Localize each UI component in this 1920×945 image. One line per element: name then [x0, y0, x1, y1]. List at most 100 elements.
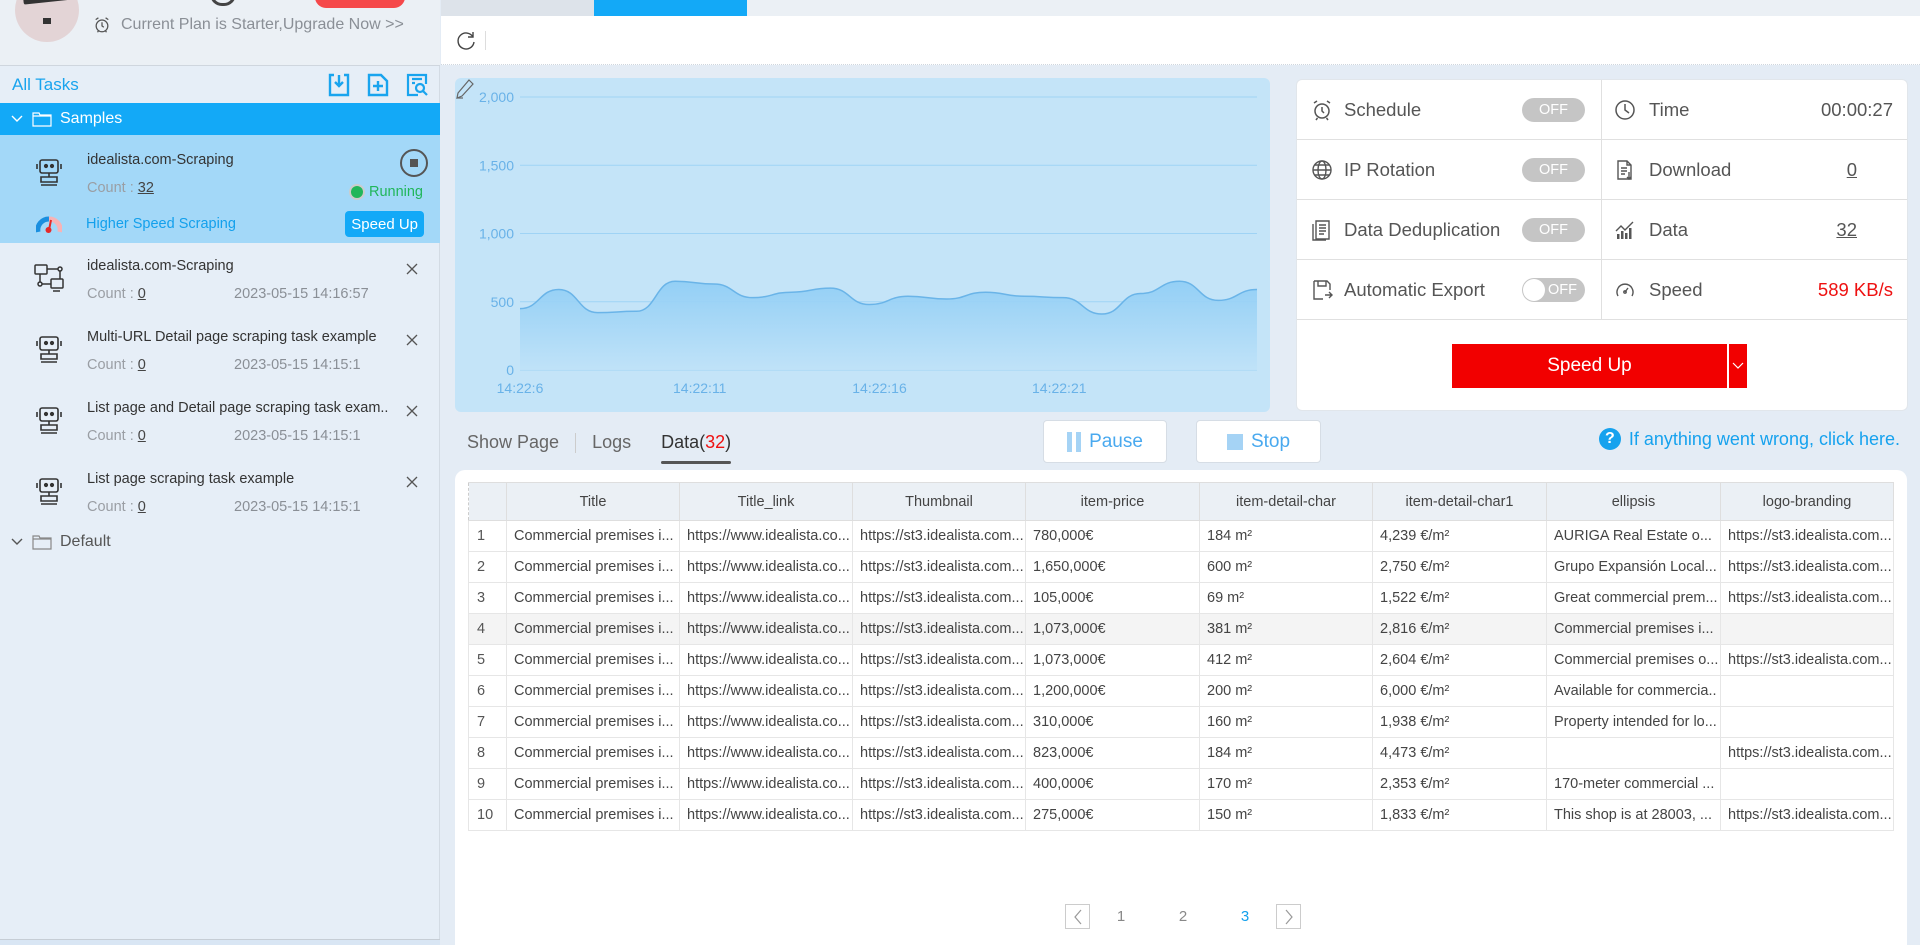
table-row[interactable]: 6 Commercial premises i... https://www.ide…: [468, 675, 1894, 707]
row-index[interactable]: 10: [468, 799, 507, 831]
import-task-icon[interactable]: [326, 72, 352, 98]
table-cell[interactable]: Commercial premises i...: [506, 675, 680, 707]
table-cell[interactable]: https://st3.idealista.com...: [852, 551, 1026, 583]
table-cell[interactable]: 150 m²: [1199, 799, 1373, 831]
task-name[interactable]: List page and Detail page scraping task …: [87, 400, 388, 416]
table-cell[interactable]: https://st3.idealista.com...: [1720, 582, 1894, 614]
table-cell[interactable]: https://st3.idealista.com...: [852, 644, 1026, 676]
table-cell[interactable]: [1720, 768, 1894, 800]
stop-task-button[interactable]: [400, 149, 428, 177]
table-cell[interactable]: https://www.idealista.co...: [679, 551, 853, 583]
table-cell[interactable]: 412 m²: [1199, 644, 1373, 676]
column-header[interactable]: item-price: [1025, 482, 1200, 521]
table-cell[interactable]: https://www.idealista.co...: [679, 675, 853, 707]
table-cell[interactable]: 1,073,000€: [1025, 613, 1200, 645]
table-cell[interactable]: 105,000€: [1025, 582, 1200, 614]
table-row[interactable]: 9 Commercial premises i... https://www.ide…: [468, 768, 1894, 800]
page-2[interactable]: 2: [1152, 908, 1214, 925]
table-cell[interactable]: 780,000€: [1025, 520, 1200, 552]
task-item[interactable]: List page scraping task example Count :0…: [0, 455, 440, 526]
table-cell[interactable]: https://st3.idealista.com...: [852, 706, 1026, 738]
page-1[interactable]: 1: [1090, 908, 1152, 925]
table-cell[interactable]: 275,000€: [1025, 799, 1200, 831]
auto-export-toggle[interactable]: OFF: [1522, 277, 1585, 302]
table-cell[interactable]: https://www.idealista.co...: [679, 613, 853, 645]
table-cell[interactable]: [1720, 706, 1894, 738]
pencil-icon[interactable]: [455, 78, 475, 100]
table-row[interactable]: 1 Commercial premises i... https://www.ide…: [468, 520, 1894, 552]
table-cell[interactable]: Commercial premises i...: [506, 737, 680, 769]
row-index[interactable]: 2: [468, 551, 507, 583]
table-cell[interactable]: [1546, 737, 1721, 769]
table-cell[interactable]: https://www.idealista.co...: [679, 520, 853, 552]
close-icon[interactable]: [404, 403, 420, 419]
table-cell[interactable]: This shop is at 28003, ...: [1546, 799, 1721, 831]
refresh-icon[interactable]: [455, 29, 477, 51]
tab-show-page[interactable]: Show Page: [467, 432, 559, 461]
table-cell[interactable]: Commercial premises i...: [506, 799, 680, 831]
table-row[interactable]: 4 Commercial premises i... https://www.ide…: [468, 613, 1894, 645]
table-cell[interactable]: 1,938 €/m²: [1372, 706, 1547, 738]
table-cell[interactable]: Commercial premises i...: [506, 706, 680, 738]
close-icon[interactable]: [404, 261, 420, 277]
table-row[interactable]: 5 Commercial premises i... https://www.ide…: [468, 644, 1894, 676]
table-cell[interactable]: 4,473 €/m²: [1372, 737, 1547, 769]
avatar[interactable]: [15, 0, 79, 42]
row-index[interactable]: 8: [468, 737, 507, 769]
table-cell[interactable]: https://st3.idealista.com...: [1720, 551, 1894, 583]
task-count-value[interactable]: 32: [138, 180, 154, 196]
row-index[interactable]: 4: [468, 613, 507, 645]
page-3[interactable]: 3: [1214, 908, 1276, 925]
row-index[interactable]: 9: [468, 768, 507, 800]
table-cell[interactable]: 600 m²: [1199, 551, 1373, 583]
table-cell[interactable]: https://www.idealista.co...: [679, 799, 853, 831]
table-cell[interactable]: Commercial premises i...: [506, 768, 680, 800]
table-cell[interactable]: Grupo Expansión Local...: [1546, 551, 1721, 583]
tab-data[interactable]: Data(32): [661, 432, 732, 464]
table-cell[interactable]: 400,000€: [1025, 768, 1200, 800]
table-cell[interactable]: 823,000€: [1025, 737, 1200, 769]
table-cell[interactable]: 4,239 €/m²: [1372, 520, 1547, 552]
table-cell[interactable]: 184 m²: [1199, 520, 1373, 552]
column-header[interactable]: logo-branding: [1720, 482, 1894, 521]
table-cell[interactable]: Commercial premises i...: [506, 644, 680, 676]
table-cell[interactable]: Great commercial prem...: [1546, 582, 1721, 614]
group-default[interactable]: Default: [0, 526, 440, 558]
table-cell[interactable]: 2,604 €/m²: [1372, 644, 1547, 676]
column-header-index[interactable]: [468, 482, 507, 521]
table-cell[interactable]: 2,353 €/m²: [1372, 768, 1547, 800]
table-cell[interactable]: [1720, 613, 1894, 645]
table-cell[interactable]: https://www.idealista.co...: [679, 644, 853, 676]
table-cell[interactable]: Commercial premises i...: [506, 582, 680, 614]
table-cell[interactable]: 2,750 €/m²: [1372, 551, 1547, 583]
row-index[interactable]: 5: [468, 644, 507, 676]
task-item[interactable]: Multi-URL Detail page scraping task exam…: [0, 313, 440, 384]
speed-up-dropdown[interactable]: [1729, 344, 1747, 388]
upgrade-plan-link[interactable]: Current Plan is Starter,Upgrade Now >>: [93, 16, 404, 34]
table-cell[interactable]: https://www.idealista.co...: [679, 737, 853, 769]
stop-button[interactable]: Stop: [1196, 420, 1321, 463]
table-cell[interactable]: https://st3.idealista.com...: [1720, 520, 1894, 552]
higher-speed-link[interactable]: Higher Speed Scraping: [86, 216, 236, 232]
table-cell[interactable]: Commercial premises i...: [1546, 613, 1721, 645]
table-cell[interactable]: 6,000 €/m²: [1372, 675, 1547, 707]
download-value[interactable]: 0: [1847, 159, 1857, 181]
table-cell[interactable]: https://st3.idealista.com...: [1720, 799, 1894, 831]
help-link[interactable]: ? If anything went wrong, click here.: [1598, 428, 1900, 450]
table-cell[interactable]: 170-meter commercial ...: [1546, 768, 1721, 800]
table-cell[interactable]: 1,650,000€: [1025, 551, 1200, 583]
table-cell[interactable]: https://st3.idealista.com...: [852, 582, 1026, 614]
column-header[interactable]: Title_link: [679, 482, 853, 521]
table-cell[interactable]: https://st3.idealista.com...: [852, 613, 1026, 645]
column-header[interactable]: item-detail-char: [1199, 482, 1373, 521]
tab-home[interactable]: [441, 0, 594, 16]
task-item-running[interactable]: idealista.com-Scraping Count :32 Running…: [0, 135, 440, 243]
search-task-icon[interactable]: [404, 72, 430, 98]
task-name[interactable]: List page scraping task example: [87, 471, 294, 487]
table-cell[interactable]: 1,833 €/m²: [1372, 799, 1547, 831]
row-index[interactable]: 7: [468, 706, 507, 738]
column-header[interactable]: Title: [506, 482, 680, 521]
group-samples[interactable]: Samples: [0, 103, 440, 135]
column-header[interactable]: item-detail-char1: [1372, 482, 1547, 521]
table-cell[interactable]: 69 m²: [1199, 582, 1373, 614]
